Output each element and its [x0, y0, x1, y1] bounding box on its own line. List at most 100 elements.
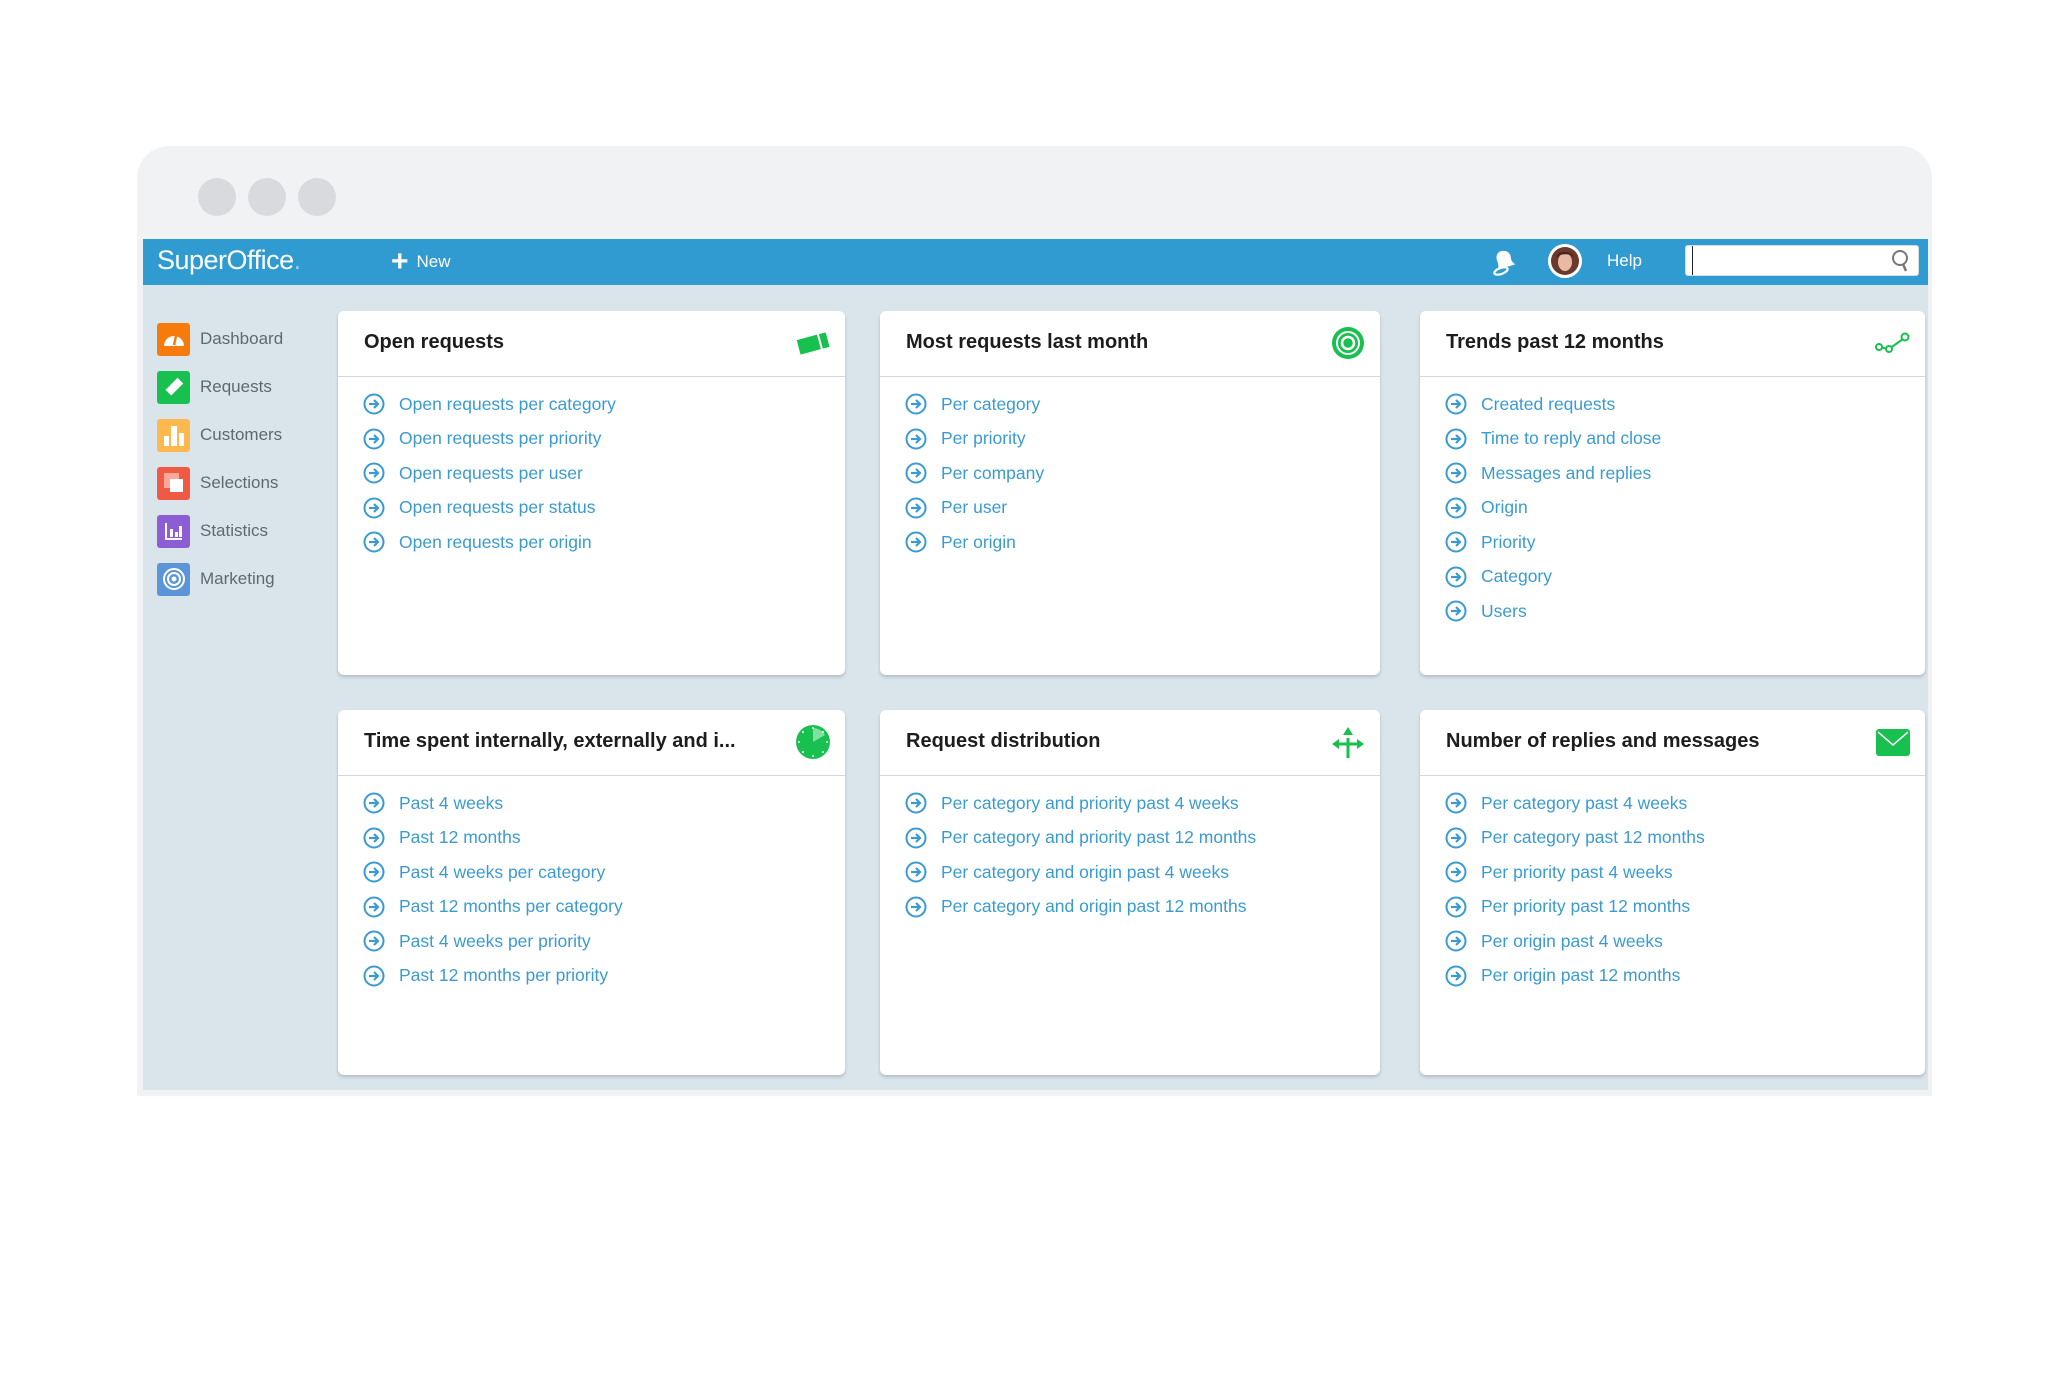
report-link-label: Per category — [941, 393, 1041, 414]
report-link-label: Per category and origin past 4 weeks — [941, 861, 1229, 882]
report-link[interactable]: Priority — [1445, 525, 1925, 560]
report-link-label: Per user — [941, 497, 1008, 518]
report-link-label: Open requests per category — [399, 393, 616, 414]
new-button[interactable]: + New — [391, 245, 451, 278]
window-control-dot[interactable] — [198, 178, 236, 216]
arrow-circle-right-icon — [905, 531, 927, 553]
sidebar-item-requests[interactable]: Requests — [157, 363, 283, 411]
window-control-dot[interactable] — [298, 178, 336, 216]
report-link[interactable]: Past 12 months per priority — [363, 959, 845, 994]
logo-text: SuperOffice — [157, 245, 294, 275]
report-link-label: Past 4 weeks per category — [399, 861, 606, 882]
dashboard-gauge-icon — [157, 322, 190, 356]
report-link[interactable]: Created requests — [1445, 387, 1925, 422]
report-link[interactable]: Per category — [905, 387, 1380, 422]
sidebar-item-label: Statistics — [200, 521, 269, 540]
card-link-list: Created requests Time to reply and close M… — [1420, 377, 1925, 629]
sidebar-item-label: Requests — [200, 377, 272, 396]
card-title: Number of replies and messages — [1446, 730, 1760, 752]
arrow-circle-right-icon — [1445, 497, 1467, 519]
sidebar-item-statistics[interactable]: Statistics — [157, 507, 283, 555]
arrow-circle-right-icon — [363, 497, 385, 519]
report-link-label: Past 4 weeks per priority — [399, 930, 591, 951]
bell-icon[interactable] — [1489, 247, 1519, 277]
report-link[interactable]: Past 4 weeks — [363, 786, 845, 821]
report-link[interactable]: Past 4 weeks per category — [363, 855, 845, 890]
report-link[interactable]: Origin — [1445, 491, 1925, 526]
arrow-circle-right-icon — [1445, 827, 1467, 849]
report-link[interactable]: Per origin past 12 months — [1445, 959, 1925, 994]
card-link-list: Per category and priority past 4 weeks Pe… — [880, 776, 1380, 924]
report-link[interactable]: Per priority past 12 months — [1445, 890, 1925, 925]
card-header: Number of replies and messages — [1420, 710, 1925, 776]
report-link[interactable]: Per category past 4 weeks — [1445, 786, 1925, 821]
report-link-label: Open requests per priority — [399, 428, 602, 449]
search-input[interactable] — [1692, 246, 1887, 275]
report-link[interactable]: Per category and priority past 4 weeks — [905, 786, 1380, 821]
report-link-label: Per category and priority past 4 weeks — [941, 792, 1239, 813]
report-link[interactable]: Per category and origin past 4 weeks — [905, 855, 1380, 890]
card-header: Time spent internally, externally and i.… — [338, 710, 845, 776]
report-link-label: Per priority — [941, 428, 1026, 449]
report-link[interactable]: Past 12 months per category — [363, 890, 845, 925]
arrow-circle-right-icon — [1445, 965, 1467, 987]
arrow-circle-right-icon — [905, 896, 927, 918]
report-link-label: Per origin past 4 weeks — [1481, 930, 1663, 951]
user-avatar[interactable] — [1548, 244, 1582, 278]
report-link[interactable]: Open requests per priority — [363, 422, 845, 457]
arrow-circle-right-icon — [363, 462, 385, 484]
report-link-label: Open requests per user — [399, 462, 583, 483]
card-header: Trends past 12 months — [1420, 311, 1925, 377]
report-link[interactable]: Per priority — [905, 422, 1380, 457]
card-header: Most requests last month — [880, 311, 1380, 377]
report-link[interactable]: Past 12 months — [363, 821, 845, 856]
sidebar-item-dashboard[interactable]: Dashboard — [157, 315, 283, 363]
report-link[interactable]: Per category and origin past 12 months — [905, 890, 1380, 925]
help-link[interactable]: Help — [1607, 251, 1642, 271]
sidebar-item-label: Dashboard — [200, 329, 284, 348]
plus-icon: + — [391, 245, 409, 278]
search-icon[interactable] — [1890, 249, 1912, 273]
report-link[interactable]: Users — [1445, 594, 1925, 629]
report-link[interactable]: Messages and replies — [1445, 456, 1925, 491]
arrow-circle-right-icon — [905, 393, 927, 415]
sidebar-item-marketing[interactable]: Marketing — [157, 555, 283, 603]
report-link-label: Per origin — [941, 531, 1016, 552]
arrow-circle-right-icon — [363, 428, 385, 450]
report-link[interactable]: Open requests per status — [363, 491, 845, 526]
report-link[interactable]: Per origin — [905, 525, 1380, 560]
search-box[interactable] — [1685, 245, 1919, 276]
report-link[interactable]: Per user — [905, 491, 1380, 526]
report-link[interactable]: Open requests per origin — [363, 525, 845, 560]
sidebar-item-customers[interactable]: Customers — [157, 411, 283, 459]
report-link[interactable]: Per origin past 4 weeks — [1445, 924, 1925, 959]
superoffice-logo[interactable]: SuperOffice. — [157, 245, 301, 276]
trend-line-icon — [1875, 332, 1910, 353]
report-link-label: Past 12 months per priority — [399, 965, 609, 986]
card-open-requests: Open requests Open requests per category… — [338, 311, 845, 675]
report-link-label: Per category and priority past 12 months — [941, 827, 1257, 848]
arrow-circle-right-icon — [1445, 930, 1467, 952]
report-link[interactable]: Per category past 12 months — [1445, 821, 1925, 856]
report-link[interactable]: Time to reply and close — [1445, 422, 1925, 457]
arrow-circle-right-icon — [1445, 792, 1467, 814]
arrow-circle-right-icon — [363, 861, 385, 883]
report-link-label: Per company — [941, 462, 1045, 483]
report-link[interactable]: Per category and priority past 12 months — [905, 821, 1380, 856]
ticket-icon — [157, 370, 190, 404]
report-link[interactable]: Per priority past 4 weeks — [1445, 855, 1925, 890]
envelope-icon — [1876, 729, 1910, 756]
card-header: Open requests — [338, 311, 845, 377]
arrow-circle-right-icon — [905, 462, 927, 484]
report-link-label: Time to reply and close — [1481, 428, 1662, 449]
bar-chart-icon — [157, 514, 190, 548]
sidebar-item-selections[interactable]: Selections — [157, 459, 283, 507]
report-link[interactable]: Per company — [905, 456, 1380, 491]
arrow-circle-right-icon — [1445, 861, 1467, 883]
report-link[interactable]: Category — [1445, 560, 1925, 595]
report-link[interactable]: Past 4 weeks per priority — [363, 924, 845, 959]
window-control-dot[interactable] — [248, 178, 286, 216]
report-link[interactable]: Open requests per user — [363, 456, 845, 491]
report-link[interactable]: Open requests per category — [363, 387, 845, 422]
buildings-icon — [157, 418, 190, 452]
